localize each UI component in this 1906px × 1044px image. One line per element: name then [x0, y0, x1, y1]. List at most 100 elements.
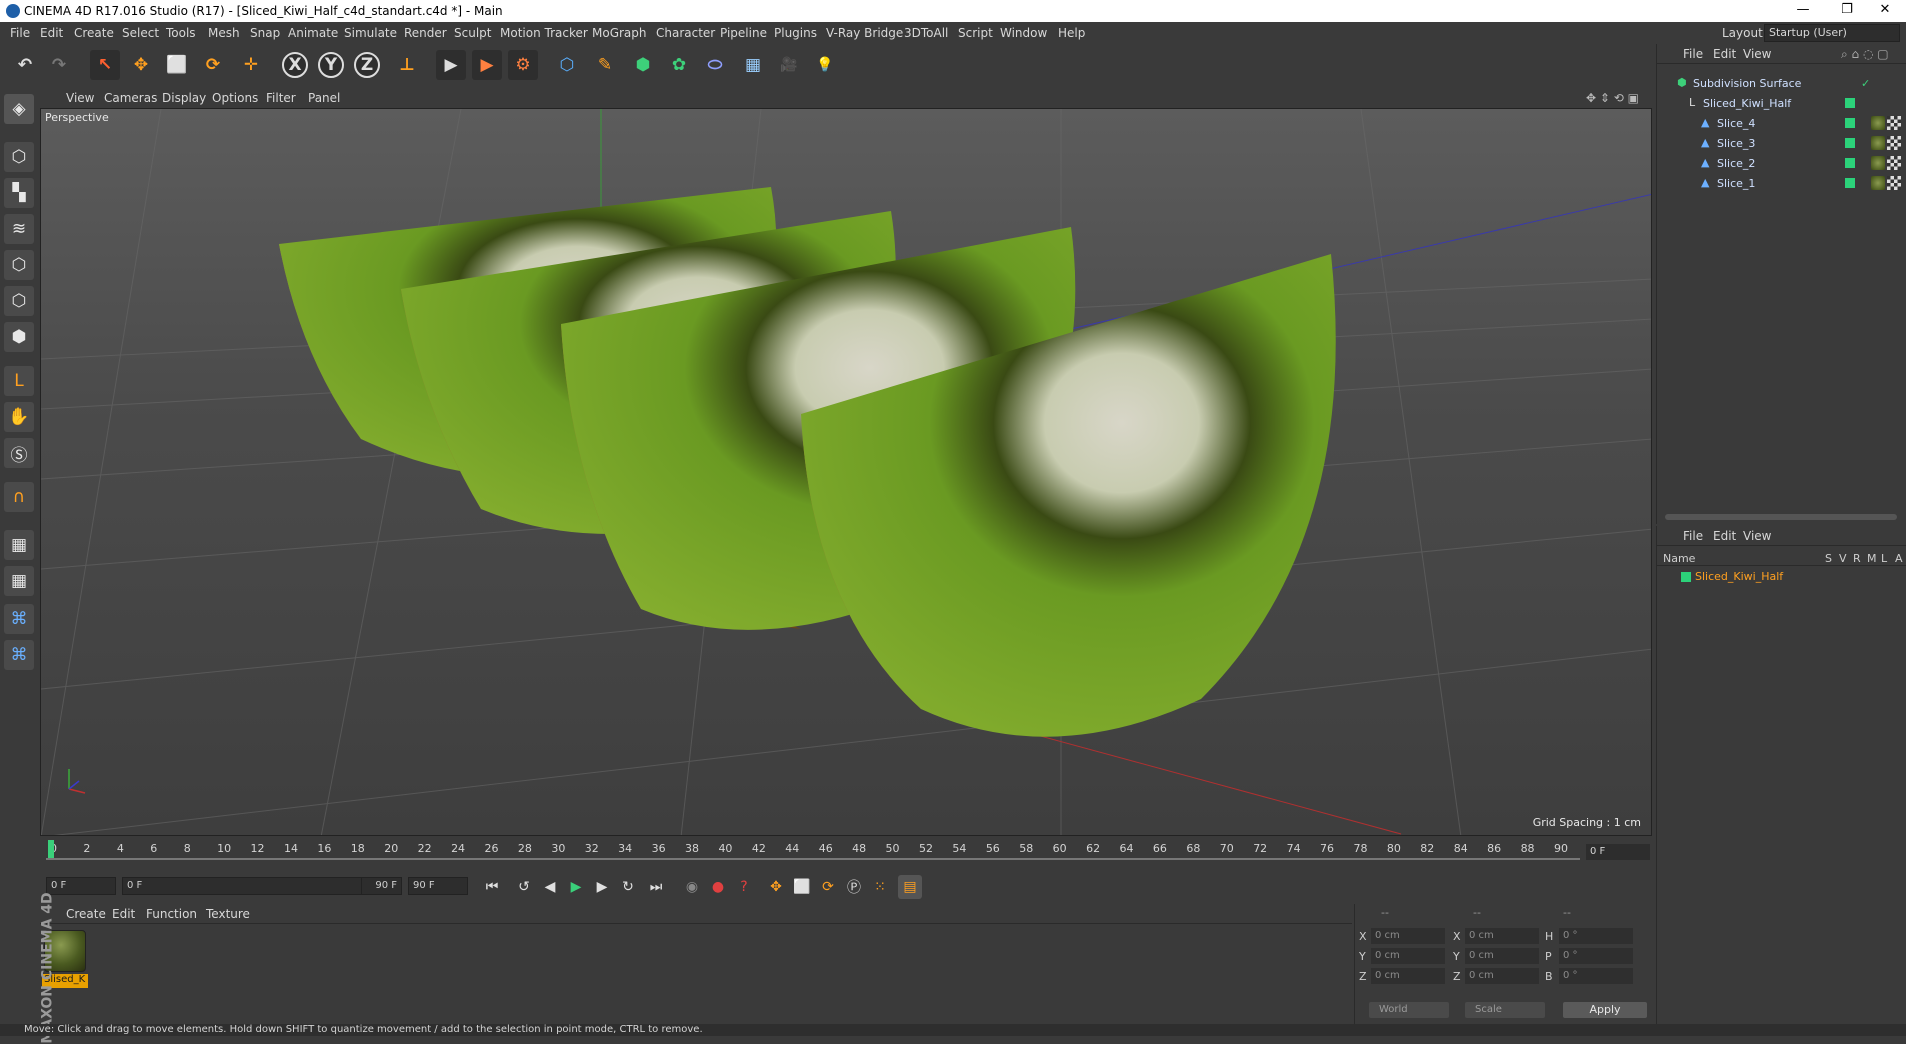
viewport-menu-filter[interactable]: Filter [266, 91, 296, 105]
material-tag-icon[interactable] [1871, 136, 1885, 150]
menu-mograph[interactable]: MoGraph [592, 26, 647, 40]
previous-key-icon[interactable]: ↺ [512, 875, 536, 899]
menu-help[interactable]: Help [1058, 26, 1085, 40]
size-y-field[interactable]: 0 cm [1465, 948, 1539, 964]
object-manager-scrollbar[interactable] [1665, 514, 1897, 520]
rot-h-field[interactable]: 0 ° [1559, 928, 1633, 944]
material-menu-edit[interactable]: Edit [112, 907, 135, 921]
coordinate-system-icon[interactable]: ⊥ [392, 50, 422, 80]
planar-workplane-icon[interactable]: ▦ [4, 566, 34, 596]
previous-frame-icon[interactable]: ◀ [538, 875, 562, 899]
material-menu-create[interactable]: Create [66, 907, 106, 921]
viewport-menu-display[interactable]: Display [162, 91, 206, 105]
tweak-mode-icon[interactable]: ✋ [4, 402, 34, 432]
material-tag-icon[interactable] [1871, 156, 1885, 170]
edges-mode-icon[interactable]: ⬡ [4, 286, 34, 316]
layer-menu-view[interactable]: View [1743, 529, 1771, 543]
key-scale-icon[interactable]: ⬜ [790, 875, 814, 899]
menu-vray-bridge[interactable]: V-Ray Bridge [826, 26, 903, 40]
snapping-icon[interactable]: Ⓢ [4, 438, 34, 468]
y-axis-lock-icon[interactable]: Y [318, 52, 344, 78]
size-mode-dropdown[interactable]: Scale [1465, 1002, 1545, 1018]
x-axis-lock-icon[interactable]: X [282, 52, 308, 78]
layer-menu-edit[interactable]: Edit [1713, 529, 1736, 543]
apply-button[interactable]: Apply [1563, 1002, 1647, 1018]
viewport-menu-cameras[interactable]: Cameras [104, 91, 157, 105]
layer-color-tag[interactable] [1845, 118, 1855, 128]
autokey-icon[interactable]: ● [706, 875, 730, 899]
array-object-icon[interactable]: ✿ [664, 50, 694, 80]
object-row-slice-3[interactable]: ▲ Slice_3 [1657, 134, 1906, 154]
menu-simulate[interactable]: Simulate [344, 26, 397, 40]
select-tool-icon[interactable]: ↖ [90, 50, 120, 80]
menu-pipeline[interactable]: Pipeline [720, 26, 767, 40]
rotate-tool-icon[interactable]: ⟳ [198, 50, 228, 80]
material-menu-texture[interactable]: Texture [206, 907, 250, 921]
pos-y-field[interactable]: 0 cm [1371, 948, 1445, 964]
uvw-tag-icon[interactable] [1887, 116, 1901, 130]
timeline-window-icon[interactable]: ▤ [898, 875, 922, 899]
pen-spline-icon[interactable]: ✎ [590, 50, 620, 80]
subdivision-enable-check-icon[interactable]: ✓ [1861, 77, 1873, 90]
key-parameter-icon[interactable]: Ⓟ [842, 875, 866, 899]
uvw-tag-icon[interactable] [1887, 136, 1901, 150]
menu-script[interactable]: Script [958, 26, 993, 40]
menu-render[interactable]: Render [404, 26, 447, 40]
move-tool-icon[interactable]: ✥ [126, 50, 156, 80]
menu-mesh[interactable]: Mesh [208, 26, 240, 40]
z-axis-lock-icon[interactable]: Z [354, 52, 380, 78]
keyframe-selection-icon[interactable]: ? [732, 875, 756, 899]
object-menu-edit[interactable]: Edit [1713, 47, 1736, 61]
viewport-menu-panel[interactable]: Panel [308, 91, 340, 105]
pos-x-field[interactable]: 0 cm [1371, 928, 1445, 944]
next-frame-icon[interactable]: ▶ [590, 875, 614, 899]
menu-snap[interactable]: Snap [250, 26, 280, 40]
perspective-viewport[interactable]: Perspective Grid Spacing : 1 cm [40, 108, 1652, 836]
object-row-slice-2[interactable]: ▲ Slice_2 [1657, 154, 1906, 174]
menu-character[interactable]: Character [656, 26, 715, 40]
axis-mode-icon[interactable]: L [4, 366, 34, 396]
magnet-icon[interactable]: ∩ [4, 482, 34, 512]
viewport-nav-icons[interactable]: ✥ ⇕ ⟲ ▣ [1586, 91, 1639, 105]
end-frame-field[interactable]: 90 F [408, 877, 468, 895]
viewport-menu-view[interactable]: View [66, 91, 94, 105]
rot-p-field[interactable]: 0 ° [1559, 948, 1633, 964]
menu-tools[interactable]: Tools [166, 26, 196, 40]
layout-select[interactable]: Startup (User) [1764, 24, 1900, 42]
uvw-tag-icon[interactable] [1887, 156, 1901, 170]
next-key-icon[interactable]: ↻ [616, 875, 640, 899]
camera-icon[interactable]: 🎥 [774, 50, 804, 80]
layer-row-sliced-kiwi-half[interactable]: Sliced_Kiwi_Half [1657, 568, 1906, 586]
coordinate-system-dropdown[interactable]: World [1369, 1002, 1449, 1018]
points-mode-icon[interactable]: ⬡ [4, 250, 34, 280]
layer-color-tag[interactable] [1845, 158, 1855, 168]
menu-file[interactable]: File [10, 26, 30, 40]
make-editable-icon[interactable]: ◈ [4, 94, 34, 124]
menu-plugins[interactable]: Plugins [774, 26, 817, 40]
object-row-subdivision-surface[interactable]: ⬢ Subdivision Surface ✓ [1657, 74, 1906, 94]
menu-3dtoall[interactable]: 3DToAll [904, 26, 948, 40]
light-icon[interactable]: 💡 [810, 50, 840, 80]
object-row-slice-4[interactable]: ▲ Slice_4 [1657, 114, 1906, 134]
object-row-slice-1[interactable]: ▲ Slice_1 [1657, 174, 1906, 194]
lock-workplane-icon[interactable]: ▦ [4, 530, 34, 560]
subdivision-surface-icon[interactable]: ⬢ [628, 50, 658, 80]
texture-mode-icon[interactable]: ▚ [4, 178, 34, 208]
playhead[interactable] [48, 840, 54, 858]
key-pla-icon[interactable]: ⁙ [868, 875, 892, 899]
render-picture-viewer-icon[interactable]: ▶ [472, 50, 502, 80]
redo-icon[interactable]: ↷ [44, 50, 74, 80]
current-frame-field[interactable]: 0 F [1586, 844, 1650, 860]
menu-animate[interactable]: Animate [288, 26, 338, 40]
menu-sculpt[interactable]: Sculpt [454, 26, 491, 40]
polygons-mode-icon[interactable]: ⬢ [4, 322, 34, 352]
last-tool-icon[interactable]: ✛ [236, 50, 266, 80]
size-z-field[interactable]: 0 cm [1465, 968, 1539, 984]
layer-color-swatch[interactable] [1681, 572, 1691, 582]
menu-create[interactable]: Create [74, 26, 114, 40]
material-tag-icon[interactable] [1871, 176, 1885, 190]
play-icon[interactable]: ▶ [564, 875, 588, 899]
model-mode-icon[interactable]: ⬡ [4, 142, 34, 172]
timeline[interactable]: 0246810121416182022242628303234363840424… [40, 836, 1654, 872]
go-to-end-icon[interactable]: ⏭ [644, 875, 668, 899]
